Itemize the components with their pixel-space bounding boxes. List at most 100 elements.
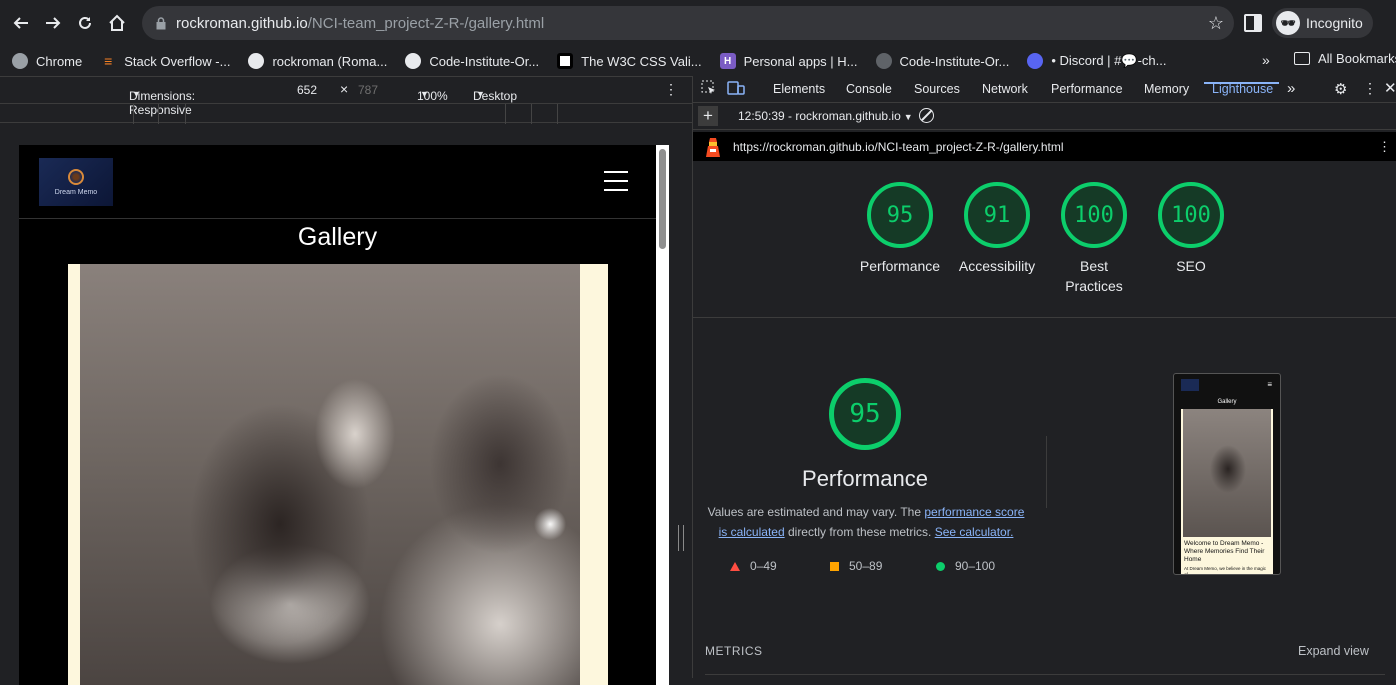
score-gauge-performance[interactable]: 95 Performance (855, 182, 945, 276)
bookmark-label: • Discord | #💬-ch... (1051, 53, 1167, 68)
bookmark-label: rockroman (Roma... (272, 53, 388, 69)
bookmark-item[interactable]: ≡ Stack Overflow -... (91, 53, 239, 69)
report-url[interactable]: https://rockroman.github.io/NCI-team_pro… (733, 140, 1064, 154)
bookmark-item[interactable]: The W3C CSS Vali... (548, 53, 710, 69)
stackoverflow-icon: ≡ (104, 53, 113, 69)
bookmark-item[interactable]: Code-Institute-Or... (867, 53, 1019, 69)
score-label-line1: Accessibility (958, 258, 1036, 274)
caret-down-icon: ▼ (420, 89, 429, 99)
score-label-line1: Performance (859, 258, 941, 274)
address-bar[interactable]: rockroman.github.io/NCI-team_project-Z-R… (142, 6, 1234, 40)
bookmark-label: The W3C CSS Vali... (581, 53, 702, 69)
emulated-page: Dream Memo Gallery (19, 145, 656, 685)
folder-icon (1294, 52, 1310, 65)
clear-reports-icon[interactable] (919, 108, 934, 123)
tab-memory[interactable]: Memory (1144, 82, 1189, 96)
thumb-text-block: Welcome to Dream Memo - Where Memories F… (1181, 537, 1273, 575)
bookmark-label: Stack Overflow -... (124, 53, 231, 69)
reload-button[interactable] (69, 7, 101, 39)
site-logo[interactable]: Dream Memo (39, 158, 113, 206)
page-scrollbar[interactable] (656, 145, 669, 685)
logo-text: Dream Memo (54, 188, 98, 196)
final-screenshot-thumbnail[interactable]: ≡ Gallery Welcome to Dream Memo - Where … (1173, 373, 1281, 575)
side-panel-icon[interactable] (1244, 14, 1262, 32)
tab-performance[interactable]: Performance (1051, 82, 1123, 96)
score-gauge-seo[interactable]: 100 SEO (1146, 182, 1236, 276)
more-options-icon[interactable]: ⋮ (664, 81, 678, 98)
bookmark-item[interactable]: rockroman (Roma... (239, 53, 396, 69)
forward-button[interactable] (37, 7, 69, 39)
legend-range: 90–100 (955, 559, 996, 573)
see-calculator-link[interactable]: See calculator. (935, 525, 1014, 539)
score-value: 95 (867, 182, 933, 248)
back-button[interactable] (5, 7, 37, 39)
bookmark-label: Code-Institute-Or... (899, 53, 1010, 69)
github-icon (248, 53, 265, 69)
score-label-line1: Best (1079, 258, 1108, 274)
gear-icon[interactable]: ⚙ (1334, 80, 1347, 98)
expand-view-button[interactable]: Expand view (1298, 644, 1369, 658)
desc-text: Values are estimated and may vary. The (707, 505, 925, 519)
home-icon (109, 14, 125, 31)
width-input[interactable]: 652 (297, 83, 317, 97)
toolbar-right: 🕶 Incognito (1244, 8, 1373, 38)
bookmark-item[interactable]: H Personal apps | H... (711, 53, 867, 69)
gallery-image-frame (68, 264, 608, 685)
score-gauge-best-practices[interactable]: 100 Best Practices (1049, 182, 1139, 296)
tab-lighthouse[interactable]: Lighthouse (1212, 82, 1273, 96)
caret-down-icon: ▼ (476, 89, 485, 99)
site-navbar: Dream Memo (19, 145, 656, 219)
metrics-divider (705, 674, 1385, 675)
github-icon (875, 53, 892, 69)
thumb-logo (1181, 379, 1199, 391)
score-label: Performance (855, 256, 945, 276)
legend-pass: 90–100 (936, 559, 995, 573)
caret-down-icon: ▼ (132, 89, 141, 99)
bookmarks-overflow-button[interactable]: » (1262, 52, 1270, 68)
tab-sources[interactable]: Sources (914, 82, 960, 96)
active-tab-indicator (1204, 82, 1279, 84)
report-menu-icon[interactable]: ⋮ (1378, 139, 1391, 155)
home-button[interactable] (101, 7, 133, 39)
section-divider (693, 317, 1396, 318)
arrow-right-icon (46, 17, 61, 29)
report-select[interactable]: 12:50:39 - rockroman.github.io ▼ (738, 109, 913, 123)
reload-icon (79, 16, 91, 29)
bookmark-label: Personal apps | H... (743, 53, 858, 69)
tab-elements[interactable]: Elements (773, 82, 825, 96)
resize-handle[interactable] (678, 525, 684, 551)
tab-console[interactable]: Console (846, 82, 892, 96)
height-input[interactable]: 787 (358, 83, 378, 97)
bookmark-item[interactable]: Chrome (0, 53, 91, 69)
more-options-icon[interactable]: ⋮ (1363, 80, 1377, 97)
inspect-element-icon[interactable] (701, 80, 717, 99)
url-text: rockroman.github.io/NCI-team_project-Z-R… (176, 15, 544, 32)
scrollbar-thumb[interactable] (659, 149, 666, 249)
legend-fail: 0–49 (730, 559, 777, 573)
score-label-line1: SEO (1176, 258, 1206, 274)
device-toolbar-toggle-icon[interactable] (727, 80, 745, 99)
gallery-photo[interactable] (80, 264, 580, 685)
bookmark-star-icon[interactable]: ☆ (1208, 13, 1224, 34)
report-url-bar: https://rockroman.github.io/NCI-team_pro… (693, 132, 1396, 161)
score-value: 91 (964, 182, 1030, 248)
caret-down-icon: ▼ (903, 112, 913, 122)
score-value: 100 (1061, 182, 1127, 248)
bookmark-item[interactable]: • Discord | #💬-ch... (1018, 53, 1175, 69)
all-bookmarks-button[interactable]: All Bookmarks (1294, 51, 1396, 66)
score-label: Best Practices (1049, 256, 1139, 296)
square-icon (830, 561, 839, 571)
close-icon[interactable]: ✕ (1384, 79, 1396, 97)
more-tabs-icon[interactable]: » (1287, 80, 1295, 97)
hamburger-menu-icon[interactable] (604, 171, 628, 191)
thumb-navbar: ≡ (1174, 374, 1280, 398)
bookmark-item[interactable]: Code-Institute-Or... (396, 53, 548, 69)
heroku-icon: H (719, 53, 736, 69)
new-report-button[interactable]: + (698, 106, 718, 126)
score-gauge-accessibility[interactable]: 91 Accessibility (952, 182, 1042, 276)
github-icon (405, 53, 422, 69)
incognito-profile-button[interactable]: 🕶 Incognito (1272, 8, 1373, 38)
thumb-body: At Dream Memo, we believe in the magic o… (1184, 566, 1267, 575)
tab-network[interactable]: Network (982, 82, 1028, 96)
media-query-ruler[interactable] (0, 103, 692, 124)
